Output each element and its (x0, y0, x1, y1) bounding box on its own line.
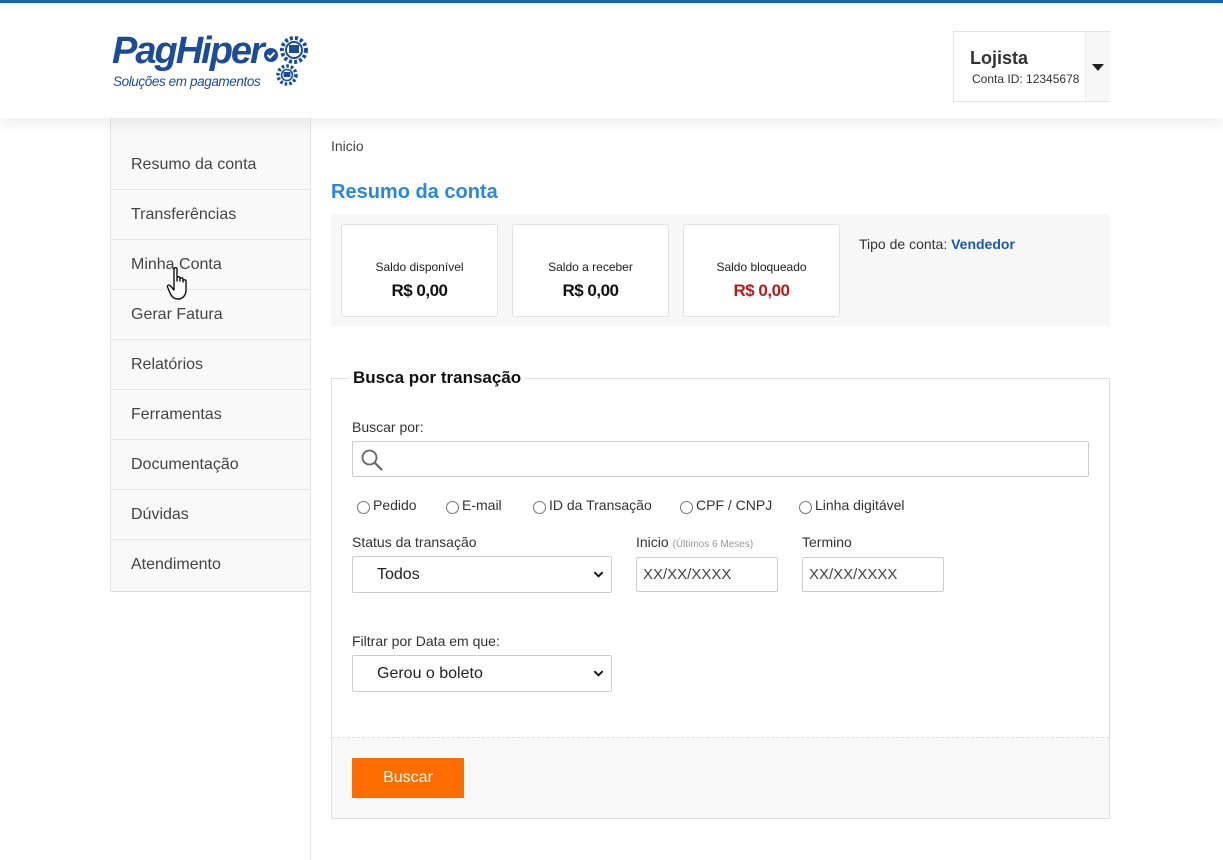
radio-label: ID da Transação (549, 497, 652, 513)
caret-down-icon (1092, 64, 1104, 71)
radio-label: E-mail (462, 497, 502, 513)
account-id: Conta ID: 12345678 (972, 72, 1080, 86)
chevron-down-icon (593, 670, 604, 677)
hand-cursor-icon (166, 267, 187, 300)
search-input[interactable] (387, 443, 1085, 475)
sidebar-item-gerar-fatura[interactable]: Gerar Fatura (111, 290, 310, 340)
start-date-label: Inicio (Últimos 6 Meses) (636, 534, 753, 550)
radio-label: Pedido (373, 497, 417, 513)
balance-card-bloqueado: Saldo bloqueado R$ 0,00 (683, 224, 840, 317)
radio-label: Linha digitável (815, 497, 905, 513)
logo-tagline: Soluções em pagamentos (113, 74, 261, 89)
radio-circle[interactable] (357, 501, 370, 514)
sidebar-item-ferramentas[interactable]: Ferramentas (111, 390, 310, 440)
balance-label: Saldo bloqueado (716, 260, 807, 274)
sidebar-item-relatorios[interactable]: Relatórios (111, 340, 310, 390)
radio-label: CPF / CNPJ (696, 497, 773, 513)
account-summary: Saldo disponível R$ 0,00 Saldo a receber… (331, 214, 1110, 326)
start-date-field[interactable] (636, 557, 778, 592)
account-type: Tipo de conta: Vendedor (859, 236, 1015, 252)
page-title: Resumo da conta (331, 181, 498, 203)
search-panel-title: Busca por transação (349, 368, 526, 388)
account-type-label: Tipo de conta: (859, 236, 952, 252)
sidebar-divider (310, 592, 311, 860)
sidebar-item-documentacao[interactable]: Documentação (111, 440, 310, 490)
end-date-input[interactable] (809, 560, 937, 589)
radio-circle[interactable] (799, 501, 812, 514)
search-icon (361, 449, 383, 471)
chevron-down-icon (593, 571, 604, 578)
logo-wordmark: PagHiper (112, 30, 265, 72)
header: PagHiper Soluções em pagamentos Lojista … (0, 3, 1223, 118)
status-selected-value: Todos (377, 566, 420, 583)
status-label: Status da transação (352, 534, 477, 550)
gears-icon (264, 36, 308, 86)
sidebar-item-resumo-da-conta[interactable]: Resumo da conta (111, 140, 310, 190)
date-filter-label: Filtrar por Data em que: (352, 633, 500, 649)
search-field[interactable] (352, 441, 1089, 477)
breadcrumb[interactable]: Inicio (331, 138, 364, 154)
sidebar-item-minha-conta[interactable]: Minha Conta (111, 240, 310, 290)
sidebar: Resumo da conta Transferências Minha Con… (110, 118, 311, 592)
date-filter-selected-value: Gerou o boleto (377, 665, 483, 682)
user-menu[interactable]: Lojista Conta ID: 12345678 (953, 31, 1110, 102)
search-label: Buscar por: (352, 419, 424, 435)
status-select[interactable]: Todos (352, 556, 612, 593)
radio-circle[interactable] (446, 501, 459, 514)
sidebar-item-transferencias[interactable]: Transferências (111, 190, 310, 240)
user-name: Lojista (970, 48, 1029, 68)
start-date-input[interactable] (643, 560, 771, 589)
balance-value: R$ 0,00 (733, 281, 790, 300)
date-filter-select[interactable]: Gerou o boleto (352, 655, 612, 692)
paghiper-logo[interactable]: PagHiper Soluções em pagamentos (112, 31, 317, 95)
radio-circle[interactable] (680, 501, 693, 514)
balance-card-disponivel: Saldo disponível R$ 0,00 (341, 224, 498, 317)
start-date-hint: (Últimos 6 Meses) (672, 539, 754, 550)
search-button[interactable]: Buscar (352, 758, 464, 798)
sidebar-item-atendimento[interactable]: Atendimento (111, 540, 310, 590)
end-date-field[interactable] (802, 557, 944, 592)
sidebar-item-duvidas[interactable]: Dúvidas (111, 490, 310, 540)
account-type-value: Vendedor (951, 236, 1015, 252)
balance-value: R$ 0,00 (562, 281, 619, 300)
balance-label: Saldo disponível (375, 260, 464, 274)
user-menu-toggle[interactable] (1085, 32, 1110, 101)
start-date-label-text: Inicio (636, 534, 669, 550)
end-date-label: Termino (802, 534, 852, 550)
balance-value: R$ 0,00 (391, 281, 448, 300)
radio-circle[interactable] (533, 501, 546, 514)
balance-label: Saldo a receber (548, 260, 633, 274)
balance-card-a-receber: Saldo a receber R$ 0,00 (512, 224, 669, 317)
